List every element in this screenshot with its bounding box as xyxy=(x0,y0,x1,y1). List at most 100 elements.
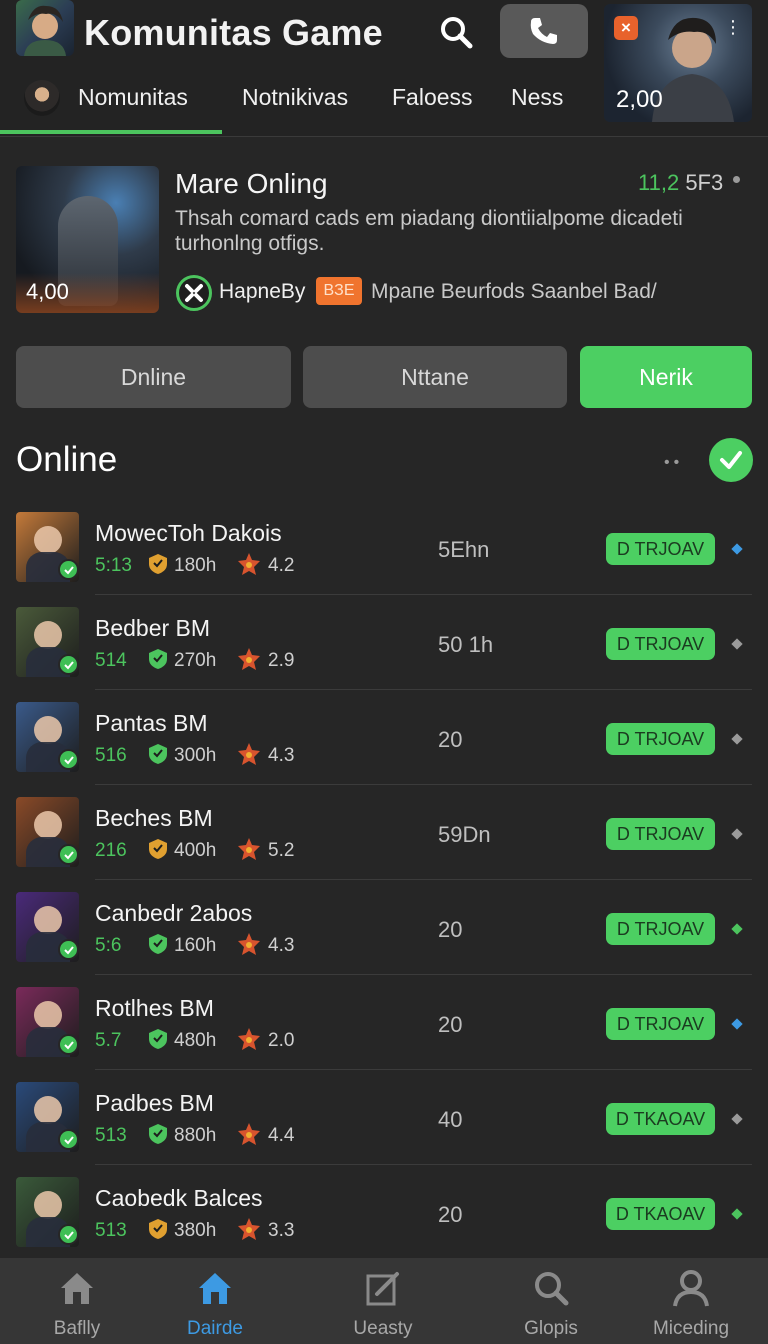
list-item-count: 20 xyxy=(438,1202,463,1227)
list-item-name: Bedber BM xyxy=(95,615,211,641)
join-button[interactable]: D TRJOAV xyxy=(606,628,715,660)
shield-icon xyxy=(149,649,167,669)
tab-nomunitas[interactable]: Nomunitas xyxy=(78,84,188,111)
tab-ness[interactable]: Ness xyxy=(511,84,563,111)
list-item-name: Canbedr 2abos xyxy=(95,900,253,926)
featured-author: HapneBy xyxy=(219,280,306,303)
list-item-rating: 3.3 xyxy=(268,1220,295,1241)
join-button[interactable]: D TRJOAV xyxy=(606,913,715,945)
check-icon[interactable] xyxy=(709,438,753,482)
list-item-stat: 5:6 xyxy=(95,935,122,956)
list-item[interactable]: Canbedr 2abos 5:6 160h 4.3 20 D TRJOAV xyxy=(0,880,768,975)
featured-subtitle: Mpaпe Beurfods Saanbel Bad/ xyxy=(371,280,657,303)
list-item-rating: 4.3 xyxy=(268,745,295,766)
featured-meta-code: 5F3 xyxy=(685,170,724,195)
list-item-hours: 270h xyxy=(174,650,217,671)
status-dot xyxy=(731,543,743,555)
featured-meta: 11,2 5F3 xyxy=(638,170,723,196)
join-button[interactable]: D TRJOAV xyxy=(606,1008,715,1040)
join-button[interactable]: D TRJOAV xyxy=(606,723,715,755)
rank-emblem-icon xyxy=(238,1123,260,1145)
list-item[interactable]: Rotlhes BM 5.7 480h 2.0 20 D TRJOAV xyxy=(0,975,768,1070)
list-item-count: 20 xyxy=(438,727,463,752)
join-button[interactable]: D TRJOAV xyxy=(606,818,715,850)
list-item-hours: 480h xyxy=(174,1030,217,1051)
list-item-stat: 516 xyxy=(95,745,127,766)
shield-icon xyxy=(149,1124,167,1144)
tab-faloess[interactable]: Faloess xyxy=(392,84,473,111)
list-item-stat: 5:13 xyxy=(95,555,132,576)
list-item-rating: 4.2 xyxy=(268,555,295,576)
app-header: Komunitas Game × ⋮ 2,00 Nomunitas Notnik… xyxy=(0,0,768,137)
profile-icon xyxy=(673,1270,709,1307)
list-item[interactable]: Caobedk Balces 513 380h 3.3 20 D TKAOAV xyxy=(0,1165,768,1260)
join-button[interactable]: D TKAOAV xyxy=(606,1103,715,1135)
join-button[interactable]: D TRJOAV xyxy=(606,533,715,565)
rank-emblem-icon xyxy=(238,933,260,955)
featured-hero-thumbnail[interactable]: × ⋮ 2,00 xyxy=(604,4,752,122)
list-item[interactable]: Padbes BM 513 880h 4.4 40 D TKAOAV xyxy=(0,1070,768,1165)
list-item[interactable]: Beches BM 216 400h 5.2 59Dn D TRJOAV xyxy=(0,785,768,880)
phone-icon xyxy=(530,18,557,44)
featured-tag-badge: BЗE xyxy=(316,277,362,305)
featured-meta-value: 11,2 xyxy=(638,170,680,195)
list-item-rating: 2.9 xyxy=(268,650,295,671)
list-item[interactable]: Pantas BM 516 300h 4.3 20 D TRJOAV xyxy=(0,690,768,785)
filter-button-dnline[interactable]: Dnline xyxy=(16,346,291,408)
nav-item-ueasty[interactable]: Ueasty xyxy=(306,1258,460,1344)
list-item-name: Beches BM xyxy=(95,805,213,831)
list-item-count: 5Ehn xyxy=(438,537,490,562)
list-item-stat: 216 xyxy=(95,840,127,861)
list-item-count: 50 1h xyxy=(438,632,494,657)
list-item-name: Caobedk Balces xyxy=(95,1185,263,1211)
nav-item-baflly[interactable]: Baflly xyxy=(0,1258,154,1344)
list-item-name: Pantas BM xyxy=(95,710,208,736)
list-item[interactable]: Bedber BM 514 270h 2.9 50 1h D TRJOAV xyxy=(0,595,768,690)
list-item-rating: 4.4 xyxy=(268,1125,295,1146)
nav-label: Glopis xyxy=(524,1318,578,1339)
shield-icon xyxy=(149,554,167,574)
more-options-icon[interactable]: ⋮ xyxy=(724,18,742,36)
nav-label: Dairde xyxy=(187,1318,243,1339)
edit-icon xyxy=(366,1272,399,1306)
join-button[interactable]: D TKAOAV xyxy=(606,1198,715,1230)
search-icon xyxy=(441,17,473,49)
app-title: Komunitas Game xyxy=(84,12,383,53)
list-item-rating: 4.3 xyxy=(268,935,295,956)
close-icon[interactable]: × xyxy=(614,16,638,40)
online-check-icon xyxy=(58,1224,79,1245)
bottom-navigation: Baflly Dairde Ueasty Glopis Miceding xyxy=(0,1258,768,1344)
tab-notnikivas[interactable]: Notnikivas xyxy=(242,84,348,111)
list-item-stat: 514 xyxy=(95,650,127,671)
call-button[interactable] xyxy=(500,4,588,58)
list-item-hours: 300h xyxy=(174,745,217,766)
more-dots-icon[interactable]: •• xyxy=(664,454,683,472)
status-dot xyxy=(731,1208,743,1220)
nav-label: Baflly xyxy=(53,1318,101,1339)
featured-title: Mare Onling xyxy=(175,168,328,199)
rank-emblem-icon xyxy=(238,1218,260,1240)
list-item-count: 20 xyxy=(438,917,463,942)
status-dot xyxy=(731,1018,743,1030)
status-dot xyxy=(731,733,743,745)
filter-button-nttane[interactable]: Nttane xyxy=(303,346,567,408)
divider xyxy=(0,136,768,137)
list-item-name: MowecToh Dakois xyxy=(95,520,282,546)
list-item-hours: 400h xyxy=(174,840,217,861)
rank-emblem-icon xyxy=(238,838,260,860)
status-dot xyxy=(731,638,743,650)
nav-item-glopis[interactable]: Glopis xyxy=(474,1258,628,1344)
nav-item-dairde[interactable]: Dairde xyxy=(138,1258,292,1344)
app-logo xyxy=(16,0,74,56)
list-item[interactable]: MowecToh Dakois 5:13 180h 4.2 5Ehn D TRJ… xyxy=(0,500,768,595)
list-item-hours: 880h xyxy=(174,1125,217,1146)
search-icon xyxy=(535,1272,569,1306)
rank-emblem-icon xyxy=(238,648,260,670)
search-button[interactable] xyxy=(432,8,480,56)
online-check-icon xyxy=(58,749,79,770)
active-tab-indicator xyxy=(0,130,222,134)
nav-label: Ueasty xyxy=(353,1318,413,1339)
filter-button-nerik[interactable]: Nerik xyxy=(580,346,752,408)
featured-description: Thsah comard cads em piadang diontiialpo… xyxy=(175,207,683,255)
nav-item-miceding[interactable]: Miceding xyxy=(614,1258,768,1344)
